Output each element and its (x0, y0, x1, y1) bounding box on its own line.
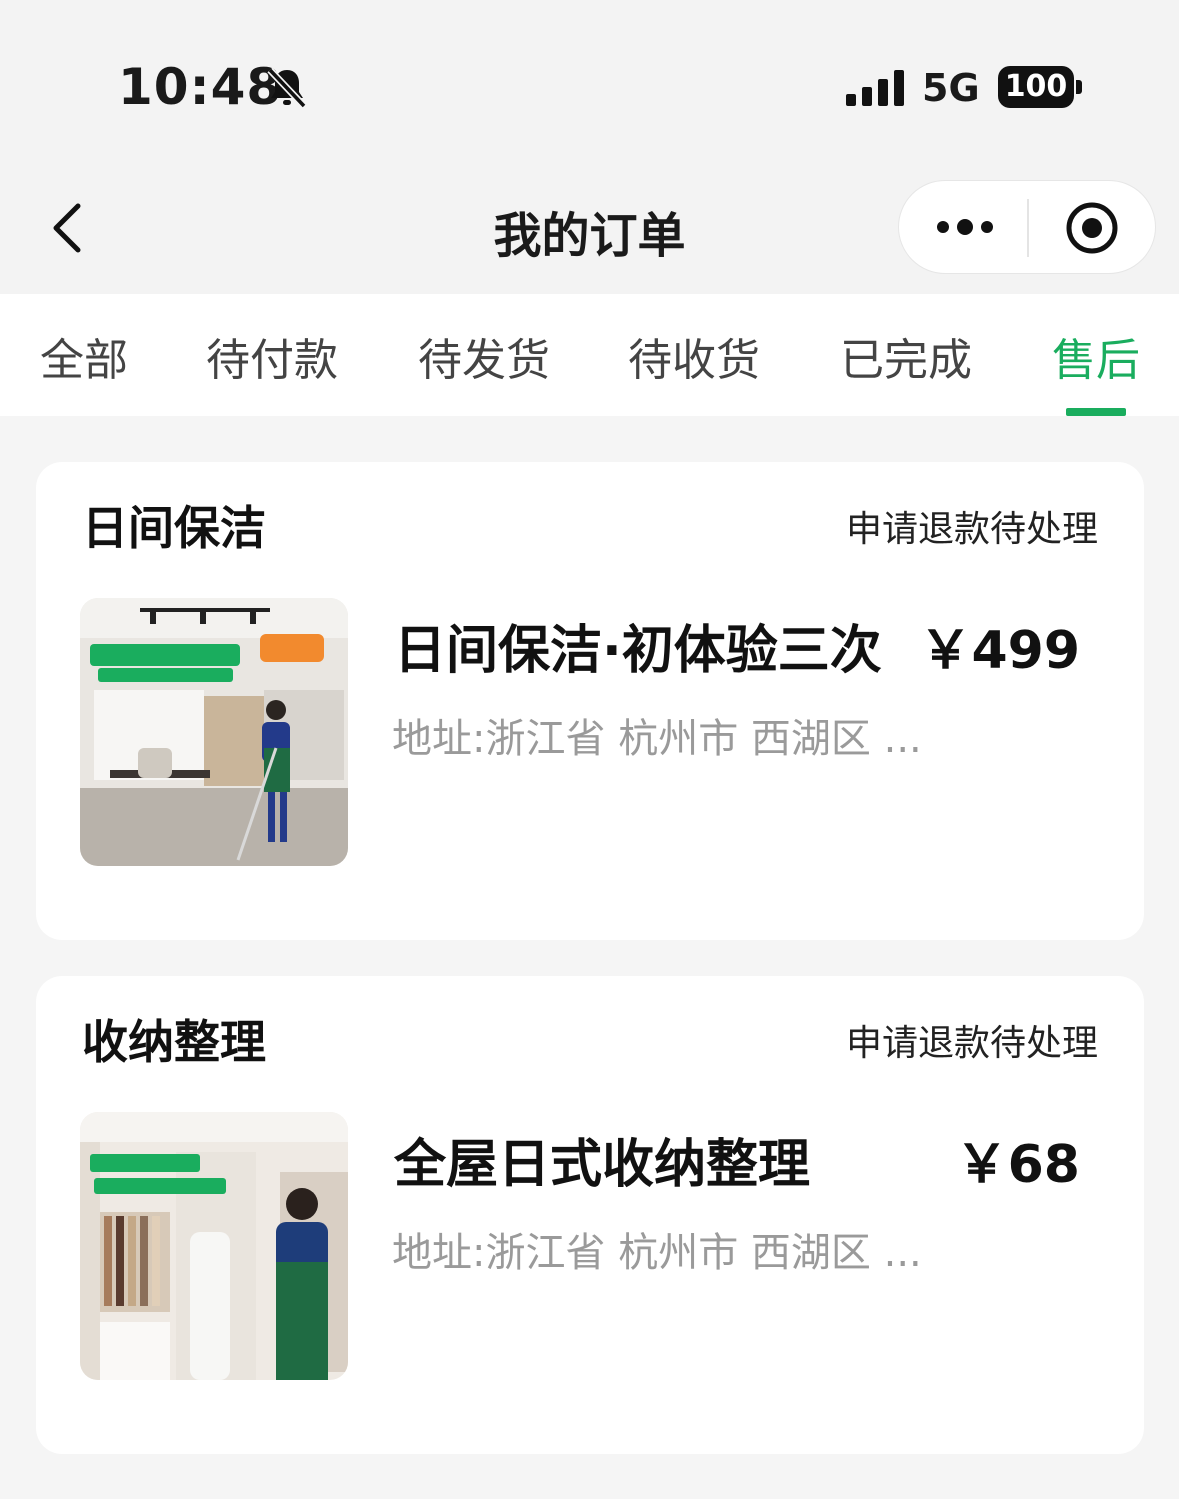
product-name: 日间保洁·初体验三次 (394, 621, 882, 681)
product-image[interactable] (80, 1112, 348, 1380)
order-card[interactable]: 日间保洁 申请退款待处理 日间保洁·初体验三次 ￥499 地址:浙江省 杭州市 … (36, 462, 1144, 940)
tab-pending-payment[interactable]: 待付款 (206, 324, 338, 388)
order-address: 地址:浙江省 杭州市 西湖区 ... (392, 716, 922, 762)
tab-all[interactable]: 全部 (40, 324, 128, 388)
order-status: 申请退款待处理 (845, 1023, 1098, 1064)
product-image[interactable] (80, 598, 348, 866)
tab-pending-receipt[interactable]: 待收货 (628, 324, 760, 388)
order-status: 申请退款待处理 (845, 509, 1098, 550)
active-tab-indicator (1066, 408, 1126, 416)
product-price: ￥499 (919, 621, 1080, 681)
order-category: 收纳整理 (82, 1015, 266, 1069)
more-icon[interactable] (935, 215, 995, 239)
product-name: 全屋日式收纳整理 (394, 1135, 811, 1195)
order-category: 日间保洁 (82, 501, 266, 555)
battery-level: 100 (998, 66, 1074, 108)
network-type: 5G (922, 66, 980, 110)
close-target-icon[interactable] (1065, 201, 1119, 255)
status-time: 10:48 (118, 58, 283, 116)
mini-program-capsule (898, 180, 1156, 274)
tab-after-sales[interactable]: 售后 (1052, 324, 1140, 388)
signal-icon (846, 70, 904, 106)
capsule-divider (1027, 199, 1029, 257)
order-tabs: 全部 待付款 待发货 待收货 已完成 售后 (0, 294, 1179, 416)
tab-pending-shipment[interactable]: 待发货 (418, 324, 550, 388)
tab-completed[interactable]: 已完成 (840, 324, 972, 388)
nav-bar: 我的订单 (0, 160, 1179, 294)
battery-icon: 100 (998, 66, 1084, 108)
order-card[interactable]: 收纳整理 申请退款待处理 全屋日式收纳整理 ￥68 地址:浙江省 杭州市 西湖区… (36, 976, 1144, 1454)
bell-muted-icon (267, 67, 307, 109)
status-bar: 10:48 5G 100 (0, 0, 1179, 160)
order-address: 地址:浙江省 杭州市 西湖区 ... (392, 1230, 922, 1276)
product-price: ￥68 (955, 1135, 1080, 1195)
